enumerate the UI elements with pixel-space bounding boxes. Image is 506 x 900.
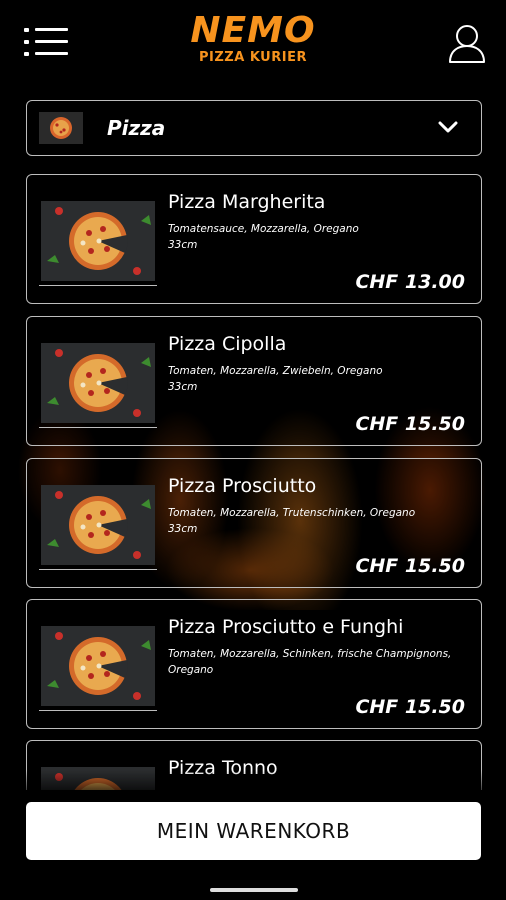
category-thumbnail — [39, 112, 83, 144]
product-card[interactable]: Pizza Cipolla Tomaten, Mozzarella, Zwieb… — [26, 316, 482, 446]
image-underline — [39, 427, 157, 428]
category-select[interactable]: Pizza — [26, 100, 482, 156]
product-card[interactable]: Pizza Prosciutto Tomaten, Mozzarella, Tr… — [26, 458, 482, 588]
product-price: CHF 15.50 — [355, 413, 465, 435]
cart-button[interactable]: MEIN WARENKORB — [26, 802, 481, 860]
product-name: Pizza Prosciutto e Funghi — [168, 616, 404, 638]
product-name: Pizza Prosciutto — [168, 475, 317, 497]
product-ingredients: Tomatensauce, Mozzarella, Oregano — [168, 223, 359, 235]
pizza-image — [41, 626, 155, 706]
product-size: 33cm — [168, 239, 198, 251]
list-fade — [0, 770, 506, 800]
image-underline — [39, 285, 157, 286]
logo-title: NEMO — [190, 10, 316, 51]
product-size: Oregano — [168, 664, 214, 676]
product-name: Pizza Cipolla — [168, 333, 287, 355]
home-indicator[interactable] — [210, 888, 298, 892]
product-description: Tomaten, Mozzarella, Schinken, frische C… — [168, 646, 468, 678]
logo-subtitle: PIZZA KURIER — [199, 50, 307, 65]
product-description: Tomatensauce, Mozzarella, Oregano 33cm — [168, 221, 468, 253]
product-size: 33cm — [168, 523, 198, 535]
user-icon[interactable] — [447, 22, 487, 64]
product-price: CHF 13.00 — [355, 271, 465, 293]
pizza-image — [41, 485, 155, 565]
product-price: CHF 15.50 — [355, 555, 465, 577]
product-size: 33cm — [168, 381, 198, 393]
product-name: Pizza Margherita — [168, 191, 326, 213]
product-ingredients: Tomaten, Mozzarella, Zwiebeln, Oregano — [168, 365, 383, 377]
app-header: NEMO PIZZA KURIER — [0, 0, 506, 90]
product-description: Tomaten, Mozzarella, Zwiebeln, Oregano 3… — [168, 363, 468, 395]
pizza-image — [41, 201, 155, 281]
product-card[interactable]: Pizza Prosciutto e Funghi Tomaten, Mozza… — [26, 599, 482, 729]
product-card[interactable]: Pizza Margherita Tomatensauce, Mozzarell… — [26, 174, 482, 304]
product-description: Tomaten, Mozzarella, Trutenschinken, Ore… — [168, 505, 468, 537]
product-price: CHF 15.50 — [355, 696, 465, 718]
category-label: Pizza — [107, 116, 166, 140]
product-ingredients: Tomaten, Mozzarella, Trutenschinken, Ore… — [168, 507, 416, 519]
product-ingredients: Tomaten, Mozzarella, Schinken, frische C… — [168, 648, 452, 660]
image-underline — [39, 710, 157, 711]
image-underline — [39, 569, 157, 570]
chevron-down-icon — [437, 119, 459, 135]
brand-logo: NEMO PIZZA KURIER — [190, 12, 316, 70]
pizza-image — [41, 343, 155, 423]
product-list: Pizza Margherita Tomatensauce, Mozzarell… — [0, 172, 506, 790]
menu-icon[interactable] — [24, 26, 68, 60]
